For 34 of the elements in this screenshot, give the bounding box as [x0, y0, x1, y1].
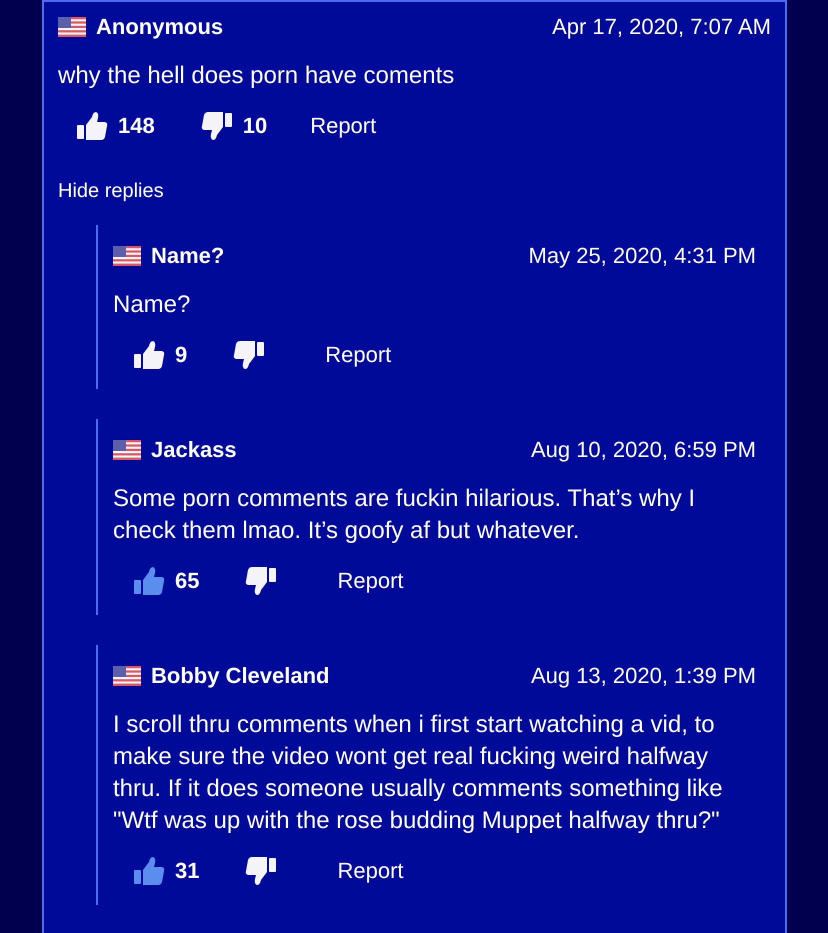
comment-date: May 25, 2020, 4:31 PM: [528, 243, 756, 269]
like-count: 9: [175, 342, 188, 368]
author-name: Jackass: [151, 437, 237, 463]
comment-text: why the hell does porn have coments: [58, 61, 456, 91]
author-name: Anonymous: [96, 14, 224, 40]
flag-icon: [113, 246, 141, 266]
thumbs-up-icon[interactable]: [133, 340, 165, 370]
report-link[interactable]: Report: [310, 113, 376, 139]
comment-text: Name?: [113, 290, 192, 320]
thumbs-down-icon[interactable]: [245, 856, 278, 886]
thumbs-down-icon[interactable]: [233, 340, 266, 370]
flag-icon: [58, 17, 86, 37]
author-name: Bobby Cleveland: [151, 663, 330, 689]
comment-text: Some porn comments are fuckin hilarious. That’s why I check them lmao. It’s goofy af but whatever.: [113, 484, 696, 546]
comment-date: Apr 17, 2020, 7:07 AM: [552, 14, 771, 40]
hide-replies-link[interactable]: Hide replies: [58, 180, 164, 203]
comment-date: Aug 10, 2020, 6:59 PM: [530, 437, 756, 463]
dislike-count: 10: [242, 113, 268, 139]
thumbs-up-icon[interactable]: [133, 856, 165, 886]
like-count: 148: [118, 113, 155, 139]
like-count: 65: [175, 568, 200, 594]
report-link[interactable]: Report: [337, 568, 404, 594]
thumbs-down-icon[interactable]: [245, 566, 278, 596]
report-link[interactable]: Report: [325, 342, 392, 368]
author-name: Name?: [151, 243, 224, 269]
thumbs-up-icon[interactable]: [133, 566, 165, 596]
thumbs-down-icon[interactable]: [200, 111, 233, 141]
flag-icon: [113, 666, 141, 686]
comment-text: I scroll thru comments when i first start watching a vid, to make sure the video wont get real fucking weird halfway thru. If it does someone usually comments something like "Wtf was up with the rose budding Muppet halfway thru?": [113, 710, 724, 836]
flag-icon: [113, 440, 141, 460]
comment-date: Aug 13, 2020, 1:39 PM: [530, 663, 756, 689]
report-link[interactable]: Report: [337, 858, 404, 884]
thumbs-up-icon[interactable]: [76, 111, 108, 141]
like-count: 31: [175, 858, 200, 884]
